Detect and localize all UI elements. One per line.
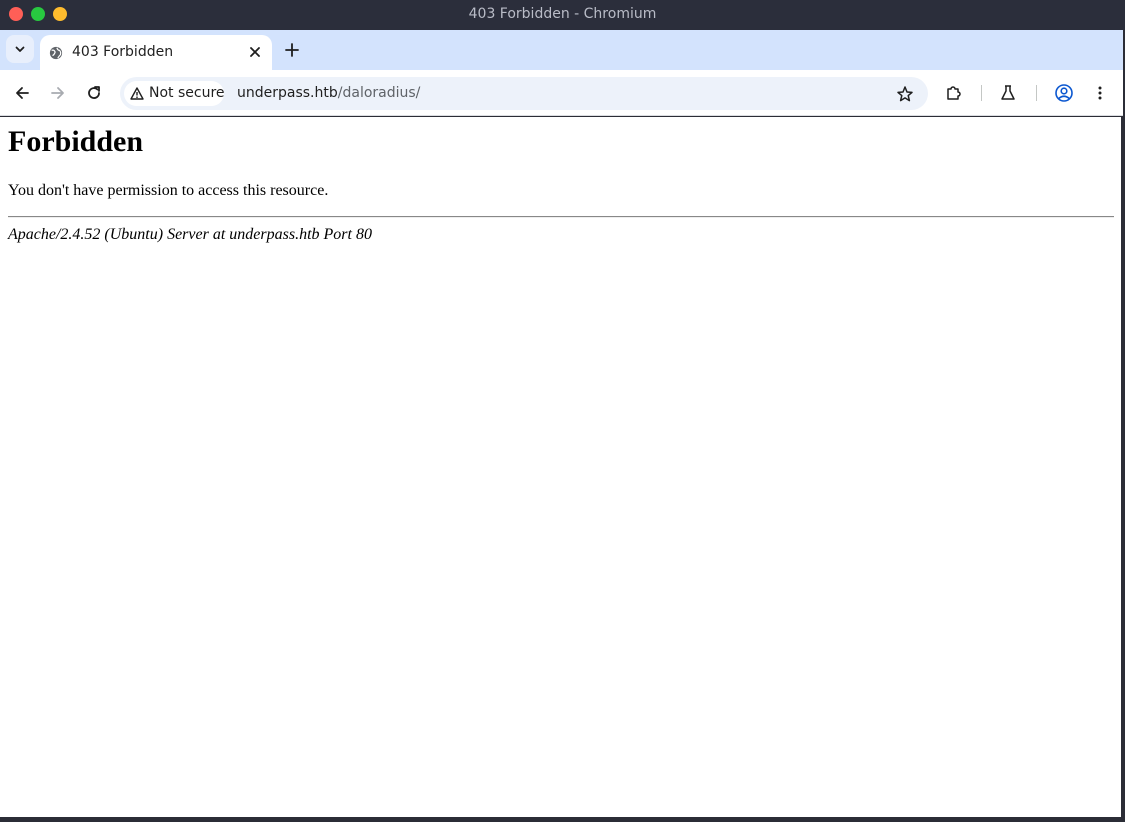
- security-label: Not secure: [149, 85, 225, 101]
- flask-icon: [1001, 85, 1015, 100]
- tab-search-button[interactable]: [6, 35, 34, 63]
- new-tab-button[interactable]: [284, 42, 300, 58]
- account-circle-icon: [1055, 84, 1073, 102]
- divider: [8, 216, 1114, 218]
- profile-button[interactable]: [1054, 83, 1074, 103]
- tab-title: 403 Forbidden: [72, 44, 174, 60]
- tab-403-forbidden[interactable]: 403 Forbidden: [40, 35, 272, 70]
- labs-button[interactable]: [998, 83, 1018, 103]
- warning-icon: [130, 87, 144, 100]
- forward-button[interactable]: [48, 83, 68, 103]
- page-heading: Forbidden: [8, 125, 144, 158]
- background-terminal-strip: [0, 817, 1125, 822]
- chevron-down-icon: [15, 46, 25, 52]
- page-content: Forbidden You don't have permission to a…: [0, 117, 1121, 817]
- url-text[interactable]: underpass.htb/daloradius/: [237, 85, 420, 101]
- close-icon[interactable]: [248, 45, 262, 59]
- window-titlebar: 403 Forbidden - Chromium: [0, 0, 1125, 30]
- server-signature: Apache/2.4.52 (Ubuntu) Server at underpa…: [8, 226, 372, 243]
- reload-button[interactable]: [84, 83, 104, 103]
- bookmark-star-icon[interactable]: [896, 85, 914, 103]
- puzzle-icon: [947, 86, 961, 100]
- arrow-left-icon: [16, 87, 29, 99]
- back-button[interactable]: [12, 83, 32, 103]
- menu-button[interactable]: [1090, 83, 1110, 103]
- more-vert-icon: [1098, 86, 1102, 100]
- toolbar-divider: [981, 85, 982, 101]
- toolbar-divider: [1036, 85, 1037, 101]
- window-title: 403 Forbidden - Chromium: [468, 6, 657, 22]
- window-edge: [1121, 117, 1125, 822]
- address-bar[interactable]: Not secure underpass.htb/daloradius/: [120, 77, 928, 110]
- security-chip[interactable]: Not secure: [124, 81, 225, 106]
- tab-strip: 403 Forbidden: [0, 30, 1123, 70]
- error-message: You don't have permission to access this…: [8, 182, 329, 199]
- reload-icon: [88, 86, 100, 99]
- url-host: underpass.htb: [237, 85, 338, 101]
- browser-toolbar: Not secure underpass.htb/daloradius/: [0, 70, 1123, 116]
- url-path: /daloradius/: [337, 85, 421, 101]
- arrow-right-icon: [51, 87, 64, 99]
- extensions-button[interactable]: [944, 83, 964, 103]
- globe-icon: [49, 46, 63, 60]
